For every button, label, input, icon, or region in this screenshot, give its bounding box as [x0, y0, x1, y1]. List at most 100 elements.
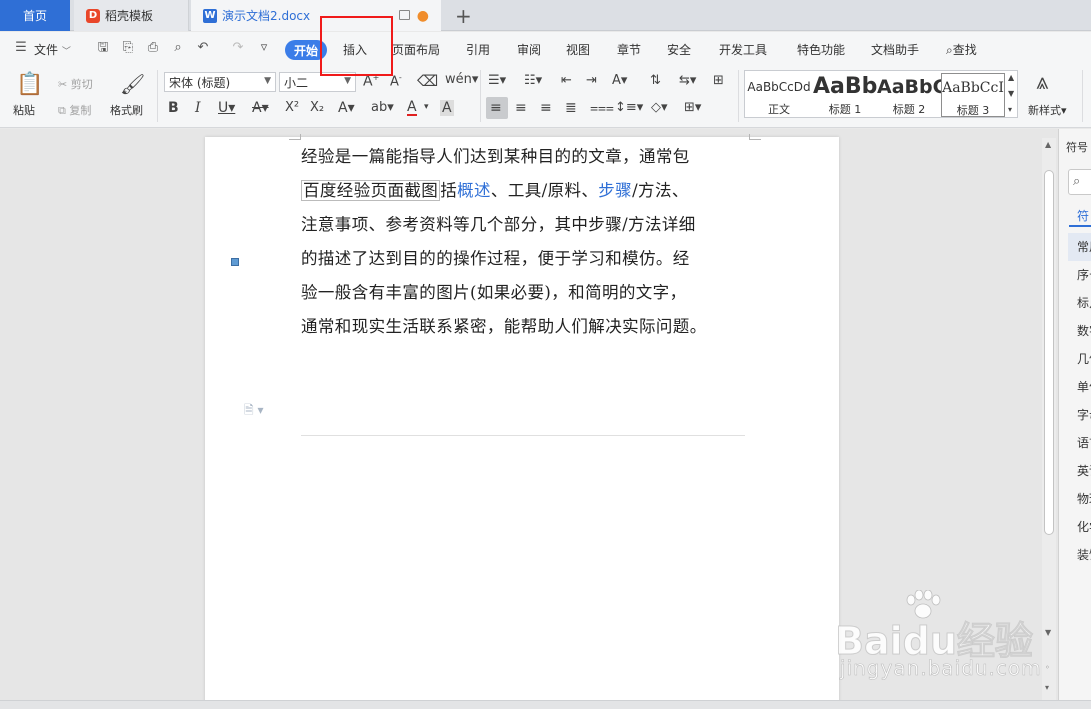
copy-button[interactable]: ⧉ 复制 [58, 102, 91, 118]
superscript-icon[interactable]: X² [285, 100, 299, 115]
numbered-list-icon[interactable]: ☷▾ [524, 73, 542, 88]
symbol-category[interactable]: 数字 [1068, 317, 1091, 345]
char-shading-icon[interactable]: A [440, 100, 454, 116]
menu-sections[interactable]: 章节 [617, 41, 641, 58]
save-icon[interactable]: 🖫 [96, 41, 110, 55]
gallery-down-icon[interactable]: ▼ [1008, 89, 1014, 98]
export-icon[interactable]: ⎘ [121, 41, 135, 55]
tab-home[interactable]: 首页 [0, 0, 70, 31]
tab-document-label: 演示文档2.docx [222, 9, 311, 23]
menu-security[interactable]: 安全 [667, 41, 691, 58]
hamburger-icon[interactable]: ☰ [14, 41, 28, 55]
clipboard-icon[interactable]: 📋 [16, 72, 43, 97]
menu-special-features[interactable]: 特色功能 [797, 41, 845, 58]
italic-icon[interactable]: I [195, 100, 201, 116]
style-heading-3[interactable]: AaBbCcI 标题 3 [941, 73, 1005, 117]
menu-page-layout[interactable]: 页面布局 [392, 41, 440, 58]
phonetic-guide-icon[interactable]: wén▾ [445, 72, 478, 87]
shading-icon[interactable]: ◇▾ [651, 100, 668, 115]
align-left-icon[interactable]: ≡ [490, 100, 502, 116]
symbol-category-list: 常用 序号 标点 数字 几何 单位 字母 语言 英语 物理 化学 装饰 [1068, 233, 1091, 569]
menu-file-label: 文件 [34, 43, 59, 57]
line-spacing-icon[interactable]: ↕≡▾ [615, 100, 643, 115]
decrease-indent-icon[interactable]: ⇤ [561, 73, 572, 88]
menu-search[interactable]: ⌕查找 [946, 41, 977, 58]
scrollbar-thumb[interactable] [1044, 170, 1054, 535]
chinese-layout-icon[interactable]: A▾ [612, 73, 627, 88]
increase-indent-icon[interactable]: ⇥ [586, 73, 597, 88]
prev-page-icon[interactable]: ◦ [1045, 663, 1050, 672]
ribbon-separator [157, 70, 158, 122]
align-right-icon[interactable]: ≡ [540, 100, 552, 116]
menu-references[interactable]: 引用 [466, 41, 490, 58]
menu-developer[interactable]: 开发工具 [719, 41, 767, 58]
font-name-select[interactable]: 宋体 (标题) ▼ [164, 72, 276, 92]
link-steps[interactable]: 步骤 [598, 181, 632, 200]
print-icon[interactable]: ⎙ [146, 41, 160, 55]
new-style-icon[interactable]: ⩓ [1036, 70, 1048, 95]
symbol-category[interactable]: 化学 [1068, 513, 1091, 541]
next-page-icon[interactable]: ▾ [1045, 683, 1049, 692]
paste-button[interactable]: 粘贴 [13, 102, 35, 118]
menu-file[interactable]: 文件 ﹀ [34, 41, 71, 58]
text-effect-icon[interactable]: A▾ [338, 100, 355, 116]
symbol-category[interactable]: 英语 [1068, 457, 1091, 485]
show-marks-icon[interactable]: ⇆▾ [679, 73, 696, 88]
distribute-icon[interactable]: ⩶ [590, 100, 614, 116]
style-normal[interactable]: AaBbCcDd 正文 [747, 73, 811, 117]
side-panel-tab[interactable]: 符 [1077, 207, 1089, 224]
table-border-icon[interactable]: ⊞ [713, 73, 724, 88]
menu-view[interactable]: 视图 [566, 41, 590, 58]
strikethrough-icon[interactable]: A▾ [252, 100, 269, 116]
symbol-category[interactable]: 装饰 [1068, 541, 1091, 569]
gallery-up-icon[interactable]: ▲ [1008, 73, 1014, 82]
symbol-category[interactable]: 语言 [1068, 429, 1091, 457]
menu-doc-assistant[interactable]: 文档助手 [871, 41, 919, 58]
new-style-button[interactable]: 新样式▾ [1028, 102, 1067, 118]
highlight-icon[interactable]: ab▾ [371, 100, 394, 115]
clear-format-icon[interactable]: ⌫ [417, 72, 438, 90]
sort-icon[interactable]: ⇅ [650, 73, 661, 88]
justify-icon[interactable]: ≣ [565, 100, 577, 116]
style-heading-1[interactable]: AaBb 标题 1 [813, 73, 877, 117]
style-preview: AaBb [813, 74, 877, 99]
document-body[interactable]: 经验是一篇能指导人们达到某种目的的文章，通常包 百度经验页面截图 括概述、工具/原… [301, 140, 749, 344]
customize-chevron-icon[interactable]: ▿ [257, 41, 271, 55]
cut-button[interactable]: ✂ 剪切 [58, 76, 93, 92]
tab-template[interactable]: D 稻壳模板 [74, 0, 189, 31]
redo-icon[interactable]: ↷ [231, 41, 245, 55]
tab-document[interactable]: W 演示文档2.docx ● [191, 0, 441, 31]
screen-icon[interactable] [399, 10, 410, 20]
link-overview[interactable]: 概述 [457, 181, 491, 200]
subscript-icon[interactable]: X₂ [310, 100, 324, 115]
underline-icon[interactable]: U▾ [218, 100, 235, 116]
font-color-dropdown-icon[interactable]: ▾ [424, 102, 429, 112]
symbol-category[interactable]: 物理 [1068, 485, 1091, 513]
scroll-down-icon[interactable]: ▼ [1045, 628, 1051, 637]
style-preview: AaBbCcI [942, 80, 1004, 96]
symbol-category[interactable]: 标点 [1068, 289, 1091, 317]
symbol-category[interactable]: 序号 [1068, 261, 1091, 289]
borders-icon[interactable]: ⊞▾ [684, 100, 701, 115]
symbol-category[interactable]: 常用 [1068, 233, 1091, 261]
menu-review[interactable]: 审阅 [517, 41, 541, 58]
gallery-expand-icon[interactable]: ▾ [1008, 105, 1012, 114]
format-painter-icon[interactable]: 🖌 [120, 72, 145, 96]
symbol-category[interactable]: 单位 [1068, 373, 1091, 401]
undo-icon[interactable]: ↶ [196, 41, 210, 55]
bold-icon[interactable]: B [168, 100, 179, 116]
new-tab-button[interactable]: + [455, 4, 472, 28]
unsaved-dot-icon[interactable]: ● [417, 8, 429, 24]
document-paste-options-icon[interactable]: 🗎 ▾ [244, 401, 274, 417]
symbol-category[interactable]: 字母 [1068, 401, 1091, 429]
font-color-icon[interactable]: A [407, 100, 417, 116]
format-painter-button[interactable]: 格式刷 [110, 102, 143, 118]
scroll-up-icon[interactable]: ▲ [1045, 140, 1051, 149]
symbol-category[interactable]: 几何 [1068, 345, 1091, 373]
symbol-search-input[interactable]: ⌕ [1068, 169, 1091, 195]
print-preview-icon[interactable]: ⌕ [171, 41, 185, 55]
align-center-icon[interactable]: ≡ [515, 100, 527, 116]
document-page[interactable]: 🗎 ▾ 经验是一篇能指导人们达到某种目的的文章，通常包 百度经验页面截图 括概述、… [205, 134, 839, 707]
style-heading-2[interactable]: AaBbC 标题 2 [877, 73, 941, 117]
bullet-list-icon[interactable]: ☰▾ [488, 73, 506, 88]
